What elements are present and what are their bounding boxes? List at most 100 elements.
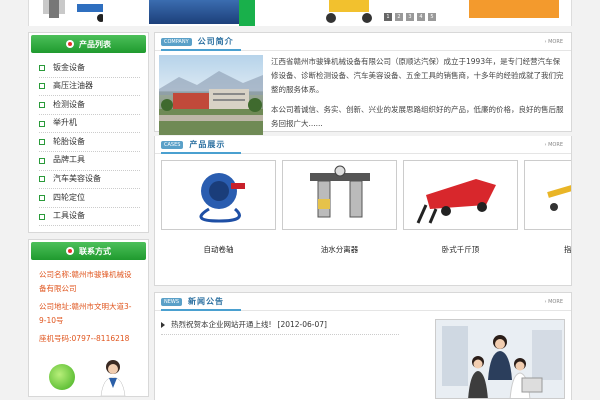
bullet-icon xyxy=(66,40,74,48)
section-tag: cases xyxy=(161,140,184,149)
product-card[interactable]: 自动卷轴 xyxy=(161,160,276,266)
more-link[interactable]: MORE xyxy=(545,299,563,305)
square-bullet-icon xyxy=(39,120,45,127)
slider-dot[interactable]: 5 xyxy=(428,13,436,21)
slider-dot[interactable]: 1 xyxy=(384,13,392,21)
header-underline xyxy=(161,152,241,154)
product-card[interactable]: 油水分离器 xyxy=(282,160,397,266)
category-label: 工具设备 xyxy=(53,211,85,221)
product-name: 油水分离器 xyxy=(320,245,359,254)
section-tag: company xyxy=(161,37,192,46)
news-title: 新闻公告 xyxy=(188,297,225,306)
page: 1 2 3 4 5 产品列表 钣金设备 高压注油器 检测设备 举升机 轮胎设备 … xyxy=(0,0,600,400)
triangle-bullet-icon xyxy=(161,321,165,328)
company-intro-body: 江西省赣州市骏锋机械设备有限公司（原顺达汽保）成立于1993年，是专门经营汽车保… xyxy=(155,51,571,143)
product-image xyxy=(282,160,397,230)
category-label: 汽车美容设备 xyxy=(53,174,101,184)
category-label: 举升机 xyxy=(53,118,77,128)
category-item[interactable]: 检测设备 xyxy=(39,96,140,115)
slider-dot[interactable]: 3 xyxy=(406,13,414,21)
banner-slider-dots: 1 2 3 4 5 xyxy=(384,13,436,21)
more-link[interactable]: MORE xyxy=(545,39,563,45)
globe-icon xyxy=(49,364,75,391)
company-intro-box: company 公司简介 MORE xyxy=(154,32,572,135)
company-intro-paragraph: 本公司着诚信、务实、创新、兴业的发展思路组织好的产品，低廉的价格，良好的售后服务… xyxy=(271,105,564,128)
category-item[interactable]: 品牌工具 xyxy=(39,152,140,171)
product-image xyxy=(161,160,276,230)
news-date: [2012-06-07] xyxy=(277,320,327,329)
category-item[interactable]: 举升机 xyxy=(39,115,140,134)
square-bullet-icon xyxy=(39,101,45,108)
contact-header: 联系方式 xyxy=(31,242,146,261)
support-person-image xyxy=(100,360,126,397)
square-bullet-icon xyxy=(39,83,45,90)
floor-jack-image xyxy=(416,179,496,224)
category-item[interactable]: 四轮定位 xyxy=(39,189,140,208)
company-intro-header: company 公司简介 MORE xyxy=(155,33,571,51)
product-list-title: 产品列表 xyxy=(79,39,111,49)
product-card[interactable]: 指 xyxy=(524,160,571,266)
company-building-photo xyxy=(159,55,263,135)
news-item[interactable]: 热烈祝贺本企业网站开通上线! [2012-06-07] xyxy=(161,319,399,335)
contact-illustration xyxy=(33,356,144,397)
category-label: 轮胎设备 xyxy=(53,136,85,146)
category-label: 品牌工具 xyxy=(53,155,85,165)
company-intro-title: 公司简介 xyxy=(197,37,234,46)
filter-regulator-image xyxy=(309,165,370,218)
banner-wheel-image xyxy=(326,0,372,23)
left-sidebar: 产品列表 钣金设备 高压注油器 检测设备 举升机 轮胎设备 品牌工具 汽车美容设… xyxy=(28,32,149,400)
category-item[interactable]: 汽车美容设备 xyxy=(39,171,140,190)
product-name: 指 xyxy=(564,245,571,254)
square-bullet-icon xyxy=(39,139,45,146)
top-banner: 1 2 3 4 5 xyxy=(28,0,572,26)
product-name: 卧式千斤顶 xyxy=(441,245,480,254)
product-card[interactable]: 卧式千斤顶 xyxy=(403,160,518,266)
category-list: 钣金设备 高压注油器 检测设备 举升机 轮胎设备 品牌工具 汽车美容设备 四轮定… xyxy=(29,55,148,232)
bullet-icon xyxy=(66,247,74,256)
contact-info: 公司名称:赣州市骏锋机械设备有限公司 公司地址:赣州市文明大道3-9-10号 座… xyxy=(29,262,148,356)
section-tag: news xyxy=(161,297,183,306)
product-list-box: 产品列表 钣金设备 高压注油器 检测设备 举升机 轮胎设备 品牌工具 汽车美容设… xyxy=(28,32,149,234)
category-label: 钣金设备 xyxy=(53,62,85,72)
news-headline: 热烈祝贺本企业网站开通上线! xyxy=(171,320,272,329)
lift-tool-image xyxy=(546,184,571,211)
square-bullet-icon xyxy=(39,213,45,220)
contact-phone: 座机号码:0797--8116218 xyxy=(39,334,130,344)
category-label: 高压注油器 xyxy=(53,81,93,91)
office-people-image xyxy=(436,320,564,398)
more-link[interactable]: MORE xyxy=(545,142,563,148)
products-title: 产品展示 xyxy=(189,140,226,149)
category-label: 检测设备 xyxy=(53,99,85,109)
slider-dot[interactable]: 2 xyxy=(395,13,403,21)
category-item[interactable]: 轮胎设备 xyxy=(39,133,140,152)
company-intro-paragraph: 江西省赣州市骏锋机械设备有限公司（原顺达汽保）成立于1993年，是专门经营汽车保… xyxy=(271,57,564,94)
banner-promo-image xyxy=(469,0,559,18)
main-content: company 公司简介 MORE xyxy=(154,32,572,400)
square-bullet-icon xyxy=(39,176,45,183)
product-image xyxy=(524,160,571,230)
product-image xyxy=(403,160,518,230)
building-image xyxy=(159,71,263,135)
header-underline xyxy=(161,49,241,51)
banner-tool-image xyxy=(43,0,103,22)
news-list: 热烈祝贺本企业网站开通上线! [2012-06-07] xyxy=(161,319,435,387)
header-underline xyxy=(161,309,241,311)
contact-company: 公司名称:赣州市骏锋机械设备有限公司 xyxy=(39,270,132,294)
contact-address: 公司地址:赣州市文明大道3-9-10号 xyxy=(39,302,132,326)
slider-dot[interactable]: 4 xyxy=(417,13,425,21)
office-photo xyxy=(435,319,565,399)
square-bullet-icon xyxy=(39,194,45,201)
contact-box: 联系方式 公司名称:赣州市骏锋机械设备有限公司 公司地址:赣州市文明大道3-9-… xyxy=(28,239,149,398)
category-item[interactable]: 钣金设备 xyxy=(39,59,140,78)
category-item[interactable]: 工具设备 xyxy=(39,208,140,227)
news-box: news 新闻公告 MORE 热烈祝贺本企业网站开通上线! [2012-06-0… xyxy=(154,292,572,400)
products-box: cases 产品展示 MORE 自动卷轴 xyxy=(154,136,572,286)
category-item[interactable]: 高压注油器 xyxy=(39,78,140,97)
hose-reel-image xyxy=(199,173,245,223)
product-list-header: 产品列表 xyxy=(31,35,146,53)
product-carousel: 自动卷轴 油水分离器 卧式千斤顶 指 xyxy=(155,154,571,266)
news-body: 热烈祝贺本企业网站开通上线! [2012-06-07] xyxy=(155,311,571,399)
category-label: 四轮定位 xyxy=(53,192,85,202)
products-header: cases 产品展示 MORE xyxy=(155,136,571,154)
banner-machine-image xyxy=(149,0,239,24)
